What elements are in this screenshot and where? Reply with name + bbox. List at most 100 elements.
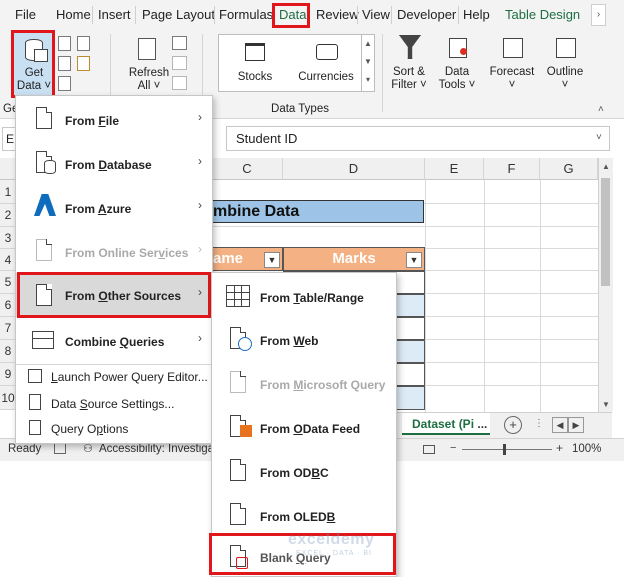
table-header-name[interactable]: ame ▼ <box>212 247 283 271</box>
collapse-ribbon-icon[interactable]: ˄ <box>598 104 604 115</box>
menu-label: From File <box>65 114 120 128</box>
ribbon-scroll-right-icon[interactable]: › <box>591 4 606 26</box>
power-query-editor-icon <box>28 369 42 383</box>
menu-item-launch-power-query[interactable]: Launch Power Query Editor... <box>16 366 212 390</box>
menu-item-query-options[interactable]: Query Options <box>16 417 212 441</box>
menu-item-from-odbc[interactable]: From ODBC <box>212 451 396 494</box>
row-header-5[interactable]: 5 <box>0 271 16 294</box>
menu-item-from-database[interactable]: From Database › <box>16 140 212 184</box>
zoom-level[interactable]: 100% <box>572 443 601 455</box>
scrollbar-thumb[interactable] <box>601 178 610 286</box>
menu-item-from-table-range[interactable]: From Table/Range <box>212 276 396 318</box>
column-header-d[interactable]: D <box>283 158 425 180</box>
row-header-1[interactable]: 1 <box>0 180 16 204</box>
scroll-down-icon[interactable]: ▼ <box>602 400 610 409</box>
expand-formula-bar-icon[interactable]: ˅ <box>596 132 602 143</box>
column-header-f[interactable]: F <box>484 158 540 180</box>
queries-connections-icon[interactable] <box>172 36 187 50</box>
menu-label: Combine Queries <box>65 335 165 349</box>
stocks-button[interactable]: Stocks <box>225 38 285 88</box>
table-header-marks[interactable]: Marks ▼ <box>283 247 425 271</box>
column-header-g[interactable]: G <box>540 158 598 180</box>
row-header-8[interactable]: 8 <box>0 340 16 363</box>
currencies-button[interactable]: Currencies <box>293 38 359 88</box>
scroll-up-icon[interactable]: ▲ <box>602 162 610 171</box>
macro-recording-icon[interactable] <box>54 443 66 454</box>
sort-filter-button[interactable]: Sort & Filter ˅ <box>388 34 430 96</box>
tab-scroll-right-icon[interactable]: ▶ <box>568 417 584 433</box>
row-header-9[interactable]: 9 <box>0 363 16 386</box>
tab-insert[interactable]: Insert <box>98 7 131 22</box>
tab-formulas[interactable]: Formulas <box>219 7 273 22</box>
sheet-options-icon[interactable]: ⋮ <box>534 418 544 429</box>
select-all-corner[interactable] <box>0 158 16 180</box>
tab-page-layout[interactable]: Page Layout <box>142 7 215 22</box>
menu-item-from-file[interactable]: From File › <box>16 96 212 140</box>
sheet-tab-dataset[interactable]: Dataset (Pi ... <box>402 413 490 435</box>
tab-separator <box>214 6 215 24</box>
tab-developer[interactable]: Developer <box>397 7 456 22</box>
tab-help[interactable]: Help <box>463 7 490 22</box>
menu-item-from-web[interactable]: From Web <box>212 319 396 362</box>
menu-item-combine-queries[interactable]: Combine Queries › <box>16 320 212 364</box>
column-header-e[interactable]: E <box>425 158 484 180</box>
from-web-icon[interactable] <box>58 56 71 71</box>
normal-view-icon[interactable] <box>423 445 435 454</box>
row-header-10[interactable]: 10 <box>0 386 16 410</box>
refresh-all-button[interactable]: Refresh All ˅ <box>128 34 170 96</box>
submenu-arrow-icon: › <box>198 154 202 168</box>
tab-separator <box>357 6 358 24</box>
odbc-icon <box>230 459 246 481</box>
get-data-highlight <box>11 30 55 98</box>
vertical-scrollbar[interactable]: ▲ ▼ <box>598 158 613 412</box>
accessibility-status[interactable]: Accessibility: Investigate <box>99 443 224 455</box>
tab-table-design[interactable]: Table Design <box>505 7 580 22</box>
row-header-6[interactable]: 6 <box>0 294 16 317</box>
currencies-label: Currencies <box>298 71 354 83</box>
column-header-c[interactable]: C <box>212 158 283 180</box>
data-tools-button[interactable]: Data Tools ˅ <box>436 34 478 96</box>
online-services-icon <box>36 239 52 261</box>
from-text-icon[interactable] <box>58 36 71 51</box>
gridline <box>425 339 598 340</box>
outline-button[interactable]: Outline ˅ <box>542 34 588 96</box>
existing-connections-icon[interactable] <box>77 56 90 71</box>
from-table-icon[interactable] <box>58 76 71 91</box>
tab-home[interactable]: Home <box>56 7 91 22</box>
database-cylinder-icon <box>44 160 56 174</box>
menu-item-data-source-settings[interactable]: Data Source Settings... <box>16 392 212 416</box>
zoom-slider[interactable] <box>462 449 552 450</box>
recent-sources-icon[interactable] <box>77 36 90 51</box>
filter-dropdown-icon[interactable]: ▼ <box>264 252 280 268</box>
tab-view[interactable]: View <box>362 7 390 22</box>
row-header-7[interactable]: 7 <box>0 317 16 340</box>
outline-icon <box>556 38 576 58</box>
get-data-menu: From File › From Database › From Azure ›… <box>15 95 213 444</box>
tab-file[interactable]: File <box>15 7 36 22</box>
zoom-in-icon[interactable]: + <box>556 441 563 455</box>
forecast-button[interactable]: Forecast ˅ <box>487 34 537 96</box>
sheet-title-cell[interactable]: mbine Data <box>212 200 424 223</box>
row-header-2[interactable]: 2 <box>0 204 16 227</box>
zoom-out-icon[interactable]: − <box>450 442 456 454</box>
menu-item-from-odata-feed[interactable]: From OData Feed <box>212 407 396 450</box>
filter-dropdown-icon[interactable]: ▼ <box>406 252 422 268</box>
data-types-gallery: Stocks Currencies <box>218 34 362 92</box>
tab-scroll-left-icon[interactable]: ◀ <box>552 417 568 433</box>
edit-links-icon[interactable] <box>172 76 187 90</box>
properties-icon[interactable] <box>172 56 187 70</box>
menu-label: From Table/Range <box>260 291 364 305</box>
refresh-label-1: Refresh <box>128 67 170 79</box>
row-header-4[interactable]: 4 <box>0 249 16 271</box>
zoom-slider-thumb[interactable] <box>503 444 506 455</box>
tab-review[interactable]: Review <box>316 7 359 22</box>
tab-separator <box>458 6 459 24</box>
data-types-gallery-scroll[interactable]: ▲ ▼ ▾ <box>361 34 375 92</box>
add-sheet-icon[interactable]: + <box>504 416 522 434</box>
formula-input[interactable]: Student ID <box>226 126 610 151</box>
row-header-3[interactable]: 3 <box>0 227 16 249</box>
ribbon-tab-bar: File Home Insert Page Layout Formulas Da… <box>0 0 624 30</box>
menu-label: From OData Feed <box>260 422 361 436</box>
gridline <box>425 316 598 317</box>
menu-item-from-azure[interactable]: From Azure › <box>16 184 212 228</box>
